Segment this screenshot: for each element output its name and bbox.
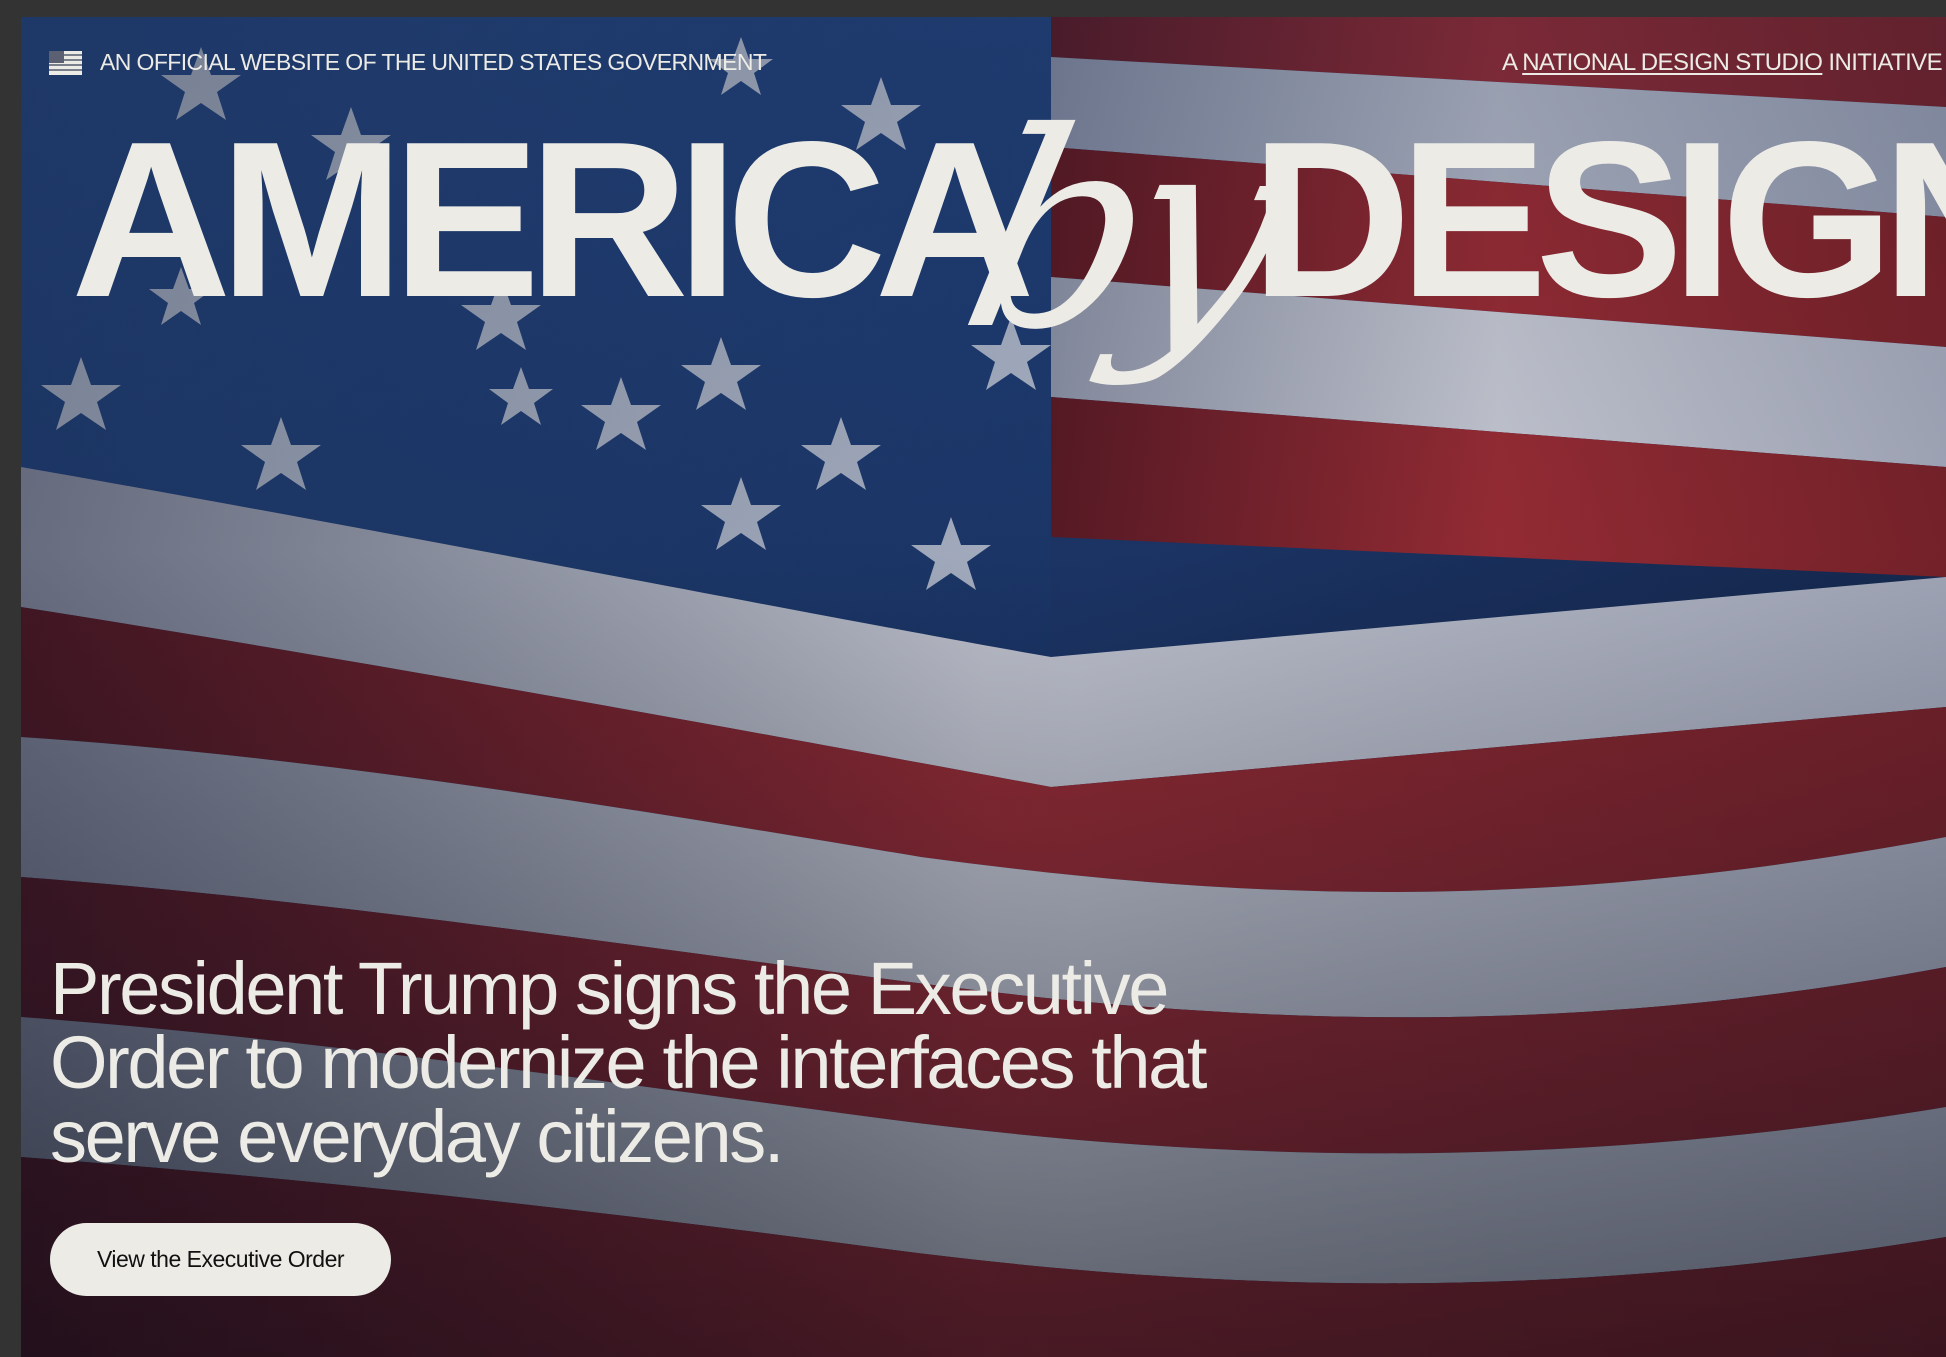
- initiative-credit: A NATIONAL DESIGN STUDIO INITIATIVE: [1502, 49, 1943, 77]
- title-design: DESIGN: [1251, 96, 1946, 344]
- view-executive-order-button[interactable]: View the Executive Order: [50, 1223, 391, 1296]
- initiative-prefix: A: [1502, 49, 1523, 76]
- hero-headline: President Trump signs the Executive Orde…: [50, 947, 1207, 1178]
- title-america: AMERICA: [71, 96, 1035, 344]
- title-by-script: by: [942, 74, 1299, 389]
- gov-banner-text: AN OFFICIAL WEBSITE OF THE UNITED STATES…: [100, 49, 767, 75]
- browser-frame: AN OFFICIAL WEBSITE OF THE UNITED STATES…: [0, 0, 1946, 1357]
- initiative-suffix: INITIATIVE: [1822, 49, 1942, 76]
- us-flag-icon: [49, 50, 82, 75]
- official-gov-banner: AN OFFICIAL WEBSITE OF THE UNITED STATES…: [49, 49, 767, 76]
- national-design-studio-link[interactable]: NATIONAL DESIGN STUDIO: [1522, 49, 1823, 76]
- site-title: AMERICA by DESIGN: [51, 74, 1946, 429]
- hero-section: AN OFFICIAL WEBSITE OF THE UNITED STATES…: [21, 17, 1946, 1357]
